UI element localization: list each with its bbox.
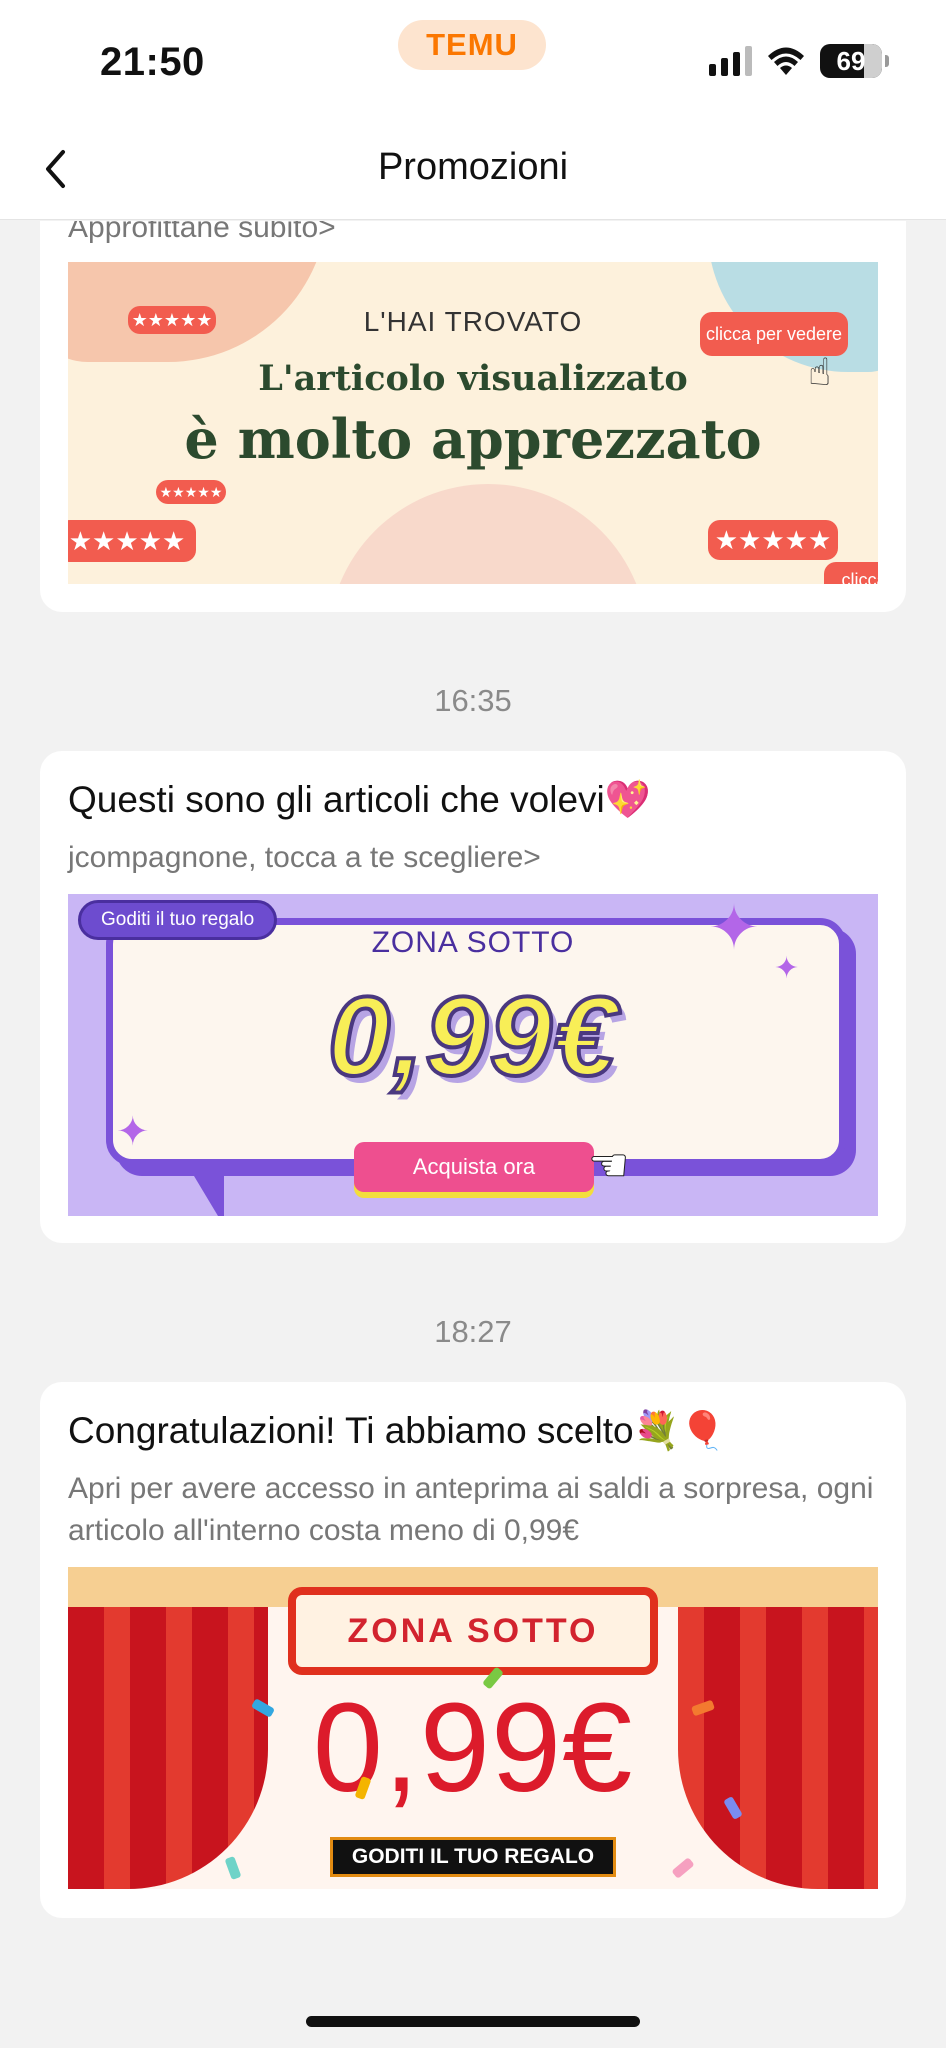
click-bubble: clicca (824, 562, 878, 584)
promo-banner-stage[interactable]: ZONA SOTTO 0,99€ GODITI IL TUO REGALO (68, 1567, 878, 1889)
buy-now-button[interactable]: Acquista ora (354, 1142, 594, 1192)
price-label: 0,99€ (312, 1677, 634, 1818)
page-title: Promozioni (377, 146, 569, 188)
banner-kicker: L'HAI TROVATO (363, 306, 583, 337)
cellular-signal-icon (709, 46, 752, 76)
timestamp: 16:35 (434, 683, 512, 718)
promo-banner-viewed-item[interactable]: ★★★★★ ★★★★★ ★★★★★ ★★★★★ clicca per veder… (68, 262, 878, 584)
sparkle-icon: ✦ (708, 894, 760, 963)
card-subtitle: jcompagnone, tocca a te scegliere> (68, 841, 541, 874)
card-title: Congratulazioni! Ti abbiamo scelto💐🎈 (68, 1410, 726, 1451)
home-indicator[interactable] (306, 2016, 640, 2027)
card-subtitle: Apri per avere accesso in anteprima ai s… (68, 1472, 874, 1547)
star-rating-bubble: ★★★★★ (708, 520, 838, 560)
card-subtitle: Approfittane subito> (68, 221, 336, 244)
battery-icon: 69 (820, 44, 889, 78)
banner-line-2: è molto apprezzato (184, 407, 762, 471)
message-list[interactable]: Approfittane subito> ★★★★★ ★★★★★ ★★★★★ ★… (0, 221, 946, 2048)
status-icons: 69 (709, 44, 889, 78)
star-rating-bubble: ★★★★★ (68, 520, 196, 562)
promo-card-1[interactable]: Approfittane subito> ★★★★★ ★★★★★ ★★★★★ ★… (40, 221, 906, 612)
price-label: 0,99€ (326, 972, 619, 1101)
promo-card-3[interactable]: Congratulazioni! Ti abbiamo scelto💐🎈 Apr… (40, 1382, 906, 1918)
status-bar: 21:50 TEMU 69 (0, 0, 946, 120)
star-rating-bubble: ★★★★★ (156, 480, 226, 504)
status-time: 21:50 (100, 40, 205, 84)
wifi-icon (768, 47, 804, 75)
temu-app-badge[interactable]: TEMU (398, 20, 546, 70)
sparkle-icon: ✦ (116, 1110, 150, 1154)
timestamp: 18:27 (434, 1314, 512, 1349)
promo-card-2[interactable]: Questi sono gli articoli che volevi💖 jco… (40, 751, 906, 1243)
pointing-hand-icon: ☚ (587, 1139, 630, 1191)
battery-level: 69 (836, 45, 866, 76)
sparkle-icon: ✦ (774, 952, 800, 985)
enjoy-gift-button[interactable]: GODITI IL TUO REGALO (330, 1837, 616, 1877)
zone-sign: ZONA SOTTO (288, 1587, 658, 1675)
nav-bar: Promozioni (0, 120, 946, 220)
promo-banner-099[interactable]: Goditi il tuo regalo ZONA SOTTO 0,99€ Ac… (68, 894, 878, 1216)
banner-line-1: L'articolo visualizzato (258, 358, 688, 399)
card-title: Questi sono gli articoli che volevi💖 (68, 779, 651, 820)
